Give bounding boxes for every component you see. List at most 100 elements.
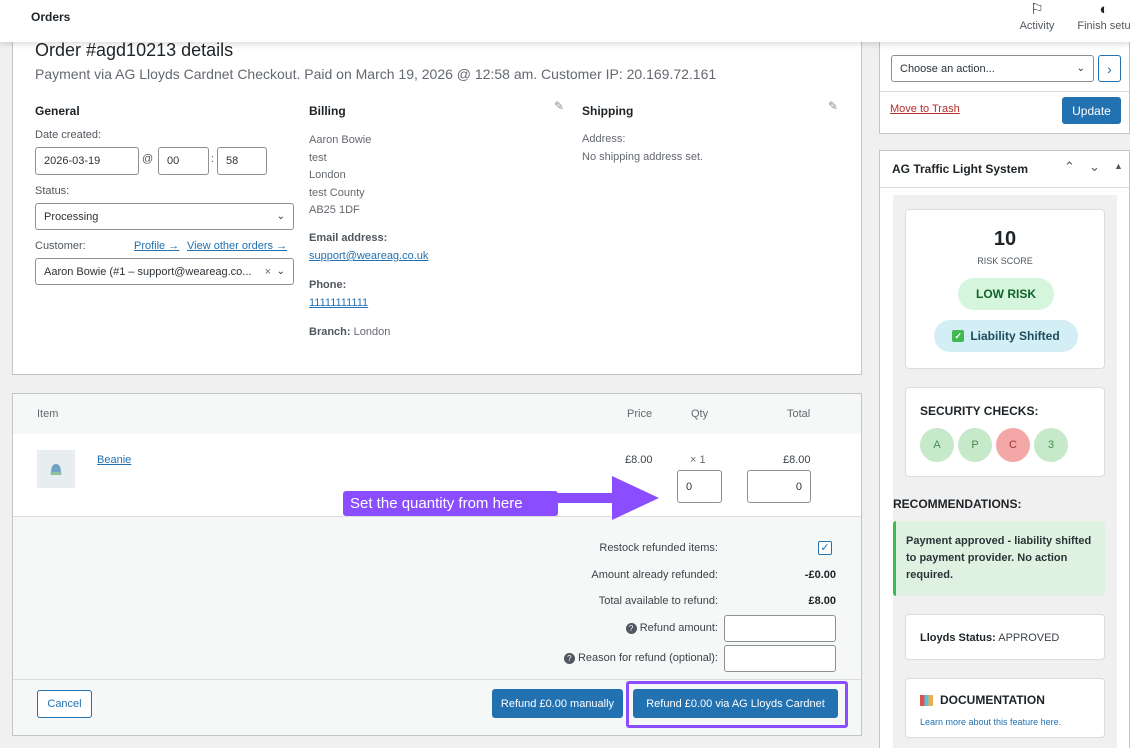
refund-total-input[interactable]: 0 <box>747 470 811 503</box>
product-link[interactable]: Beanie <box>97 454 131 466</box>
customer-select[interactable]: Aaron Bowie (#1 – support@weareag.co... … <box>35 258 294 285</box>
profile-link[interactable]: Profile → <box>134 240 179 252</box>
hour-input[interactable]: 00 <box>158 147 209 175</box>
move-to-trash-link[interactable]: Move to Trash <box>890 103 960 115</box>
billing-address: Aaron Bowie test London test County AB25… <box>309 134 372 216</box>
half-circle-icon: ◐ <box>1099 1 1109 18</box>
traffic-light-box: AG Traffic Light System ⌃ ⌄ ▲ 10 RISK SC… <box>879 150 1130 748</box>
edit-billing-pencil-icon[interactable]: ✎ <box>554 99 564 113</box>
general-title: General <box>35 104 80 118</box>
check-3d-badge: 3 <box>1034 428 1068 462</box>
help-icon: ? <box>563 653 575 664</box>
branch-line: Branch: London <box>309 326 391 338</box>
security-checks-title: SECURITY CHECKS: <box>920 404 1039 418</box>
recommendation-notice: Payment approved - liability shifted to … <box>893 521 1105 596</box>
check-p-badge: P <box>958 428 992 462</box>
lloyds-status: Lloyds Status: APPROVED <box>920 632 1060 644</box>
chevron-down-icon: ⌄ <box>276 266 285 277</box>
apply-action-button[interactable]: › <box>1098 55 1121 82</box>
divider <box>880 187 1129 188</box>
callout-arrow-icon <box>557 476 659 520</box>
at-separator: @ <box>142 153 154 165</box>
move-down-icon[interactable]: ⌄ <box>1089 159 1100 175</box>
security-checks-card: SECURITY CHECKS: A P C 3 <box>905 387 1105 477</box>
refund-amount-input[interactable] <box>724 615 836 642</box>
restock-label: Restock refunded items: <box>599 542 718 554</box>
date-label: Date created: <box>35 129 102 141</box>
colon-separator: : <box>211 153 215 165</box>
flag-icon: ⚐ <box>1030 1 1044 18</box>
restock-checkbox[interactable]: ✓ <box>818 541 832 555</box>
order-heading: Order #agd10213 details <box>35 40 234 60</box>
order-action-select[interactable]: Choose an action... ⌄ <box>891 55 1094 82</box>
already-refunded-label: Amount already refunded: <box>591 569 718 581</box>
items-panel: Item Price Qty Total Beanie £8.00 × 1 £8… <box>12 393 862 736</box>
shipping-address-label: Address: <box>582 133 626 145</box>
callout-label: Set the quantity from here <box>343 491 558 516</box>
traffic-light-title: AG Traffic Light System <box>892 162 1029 176</box>
documentation-title: DOCUMENTATION <box>920 693 1045 707</box>
total-header: Total <box>787 408 811 420</box>
documentation-card: DOCUMENTATION Learn more about this feat… <box>905 678 1105 738</box>
risk-score-card: 10 RISK SCORE LOW RISK ✓ Liability Shift… <box>905 209 1105 369</box>
minute-input[interactable]: 58 <box>217 147 267 175</box>
cancel-button[interactable]: Cancel <box>37 690 92 718</box>
order-actions-box: Choose an action... ⌄ › Move to Trash Up… <box>879 42 1130 134</box>
clear-icon[interactable]: × <box>265 266 271 278</box>
email-label: Email address: <box>309 232 388 244</box>
lloyds-status-card: Lloyds Status: APPROVED <box>905 614 1105 660</box>
update-button[interactable]: Update <box>1062 97 1121 124</box>
beanie-image-icon <box>50 464 62 475</box>
billing-title: Billing <box>309 104 346 118</box>
check-c-badge: C <box>996 428 1030 462</box>
date-input[interactable]: 2026-03-19 <box>35 147 139 175</box>
help-icon: ? <box>625 623 637 634</box>
available-label: Total available to refund: <box>598 595 718 607</box>
low-risk-badge: LOW RISK <box>958 278 1054 310</box>
divider <box>880 91 1129 92</box>
status-select[interactable]: Processing ⌄ <box>35 203 294 230</box>
collapse-toggle-icon[interactable]: ▲ <box>1114 161 1123 171</box>
move-up-icon[interactable]: ⌃ <box>1064 159 1075 175</box>
top-bar: Orders ⚐ Activity ◐ Finish setu <box>0 0 1130 42</box>
chevron-down-icon: ⌄ <box>1076 63 1085 74</box>
documentation-link[interactable]: Learn more about this feature here. <box>920 717 1061 727</box>
books-icon <box>920 694 933 706</box>
chevron-down-icon: ⌄ <box>276 211 285 222</box>
email-link[interactable]: support@weareag.co.uk <box>309 250 428 262</box>
price-header: Price <box>627 408 653 420</box>
phone-label: Phone: <box>309 279 347 291</box>
view-other-orders-link[interactable]: View other orders → <box>187 240 287 252</box>
traffic-light-inner: 10 RISK SCORE LOW RISK ✓ Liability Shift… <box>893 195 1117 748</box>
edit-shipping-pencil-icon[interactable]: ✎ <box>828 99 838 113</box>
refund-reason-input[interactable] <box>724 645 836 672</box>
status-label: Status: <box>35 185 70 197</box>
refund-amount-label: ? Refund amount: <box>625 622 718 634</box>
shipping-address-value: No shipping address set. <box>582 151 704 163</box>
check-icon: ✓ <box>952 330 965 342</box>
page-title: Orders <box>31 10 71 24</box>
customer-label: Customer: <box>35 240 86 252</box>
refund-manually-button[interactable]: Refund £0.00 manually <box>492 689 623 718</box>
item-total: £8.00 <box>783 454 811 466</box>
qty-header: Qty <box>691 408 709 420</box>
divider <box>13 679 861 680</box>
shipping-title: Shipping <box>582 104 634 118</box>
refund-via-gateway-button[interactable]: Refund £0.00 via AG Lloyds Cardnet <box>633 689 838 718</box>
finish-setup-button[interactable]: ◐ Finish setu <box>1074 0 1130 32</box>
item-price: £8.00 <box>625 454 653 466</box>
divider <box>13 516 861 517</box>
activity-button[interactable]: ⚐ Activity <box>1014 0 1060 32</box>
item-header: Item <box>37 408 59 420</box>
available-value: £8.00 <box>808 595 836 607</box>
risk-score-value: 10 <box>993 228 1017 250</box>
risk-score-label: RISK SCORE <box>977 256 1033 266</box>
liability-shifted-badge: ✓ Liability Shifted <box>934 320 1078 352</box>
order-details-panel: Order #agd10213 details Payment via AG L… <box>12 34 862 375</box>
phone-link[interactable]: 11111111111 <box>309 297 368 309</box>
recommendations-title: RECOMMENDATIONS: <box>893 497 1022 511</box>
refund-reason-label: ? Reason for refund (optional): <box>563 652 718 664</box>
refund-qty-input[interactable]: 0 <box>677 470 722 503</box>
product-thumbnail <box>37 450 75 488</box>
check-a-badge: A <box>920 428 954 462</box>
